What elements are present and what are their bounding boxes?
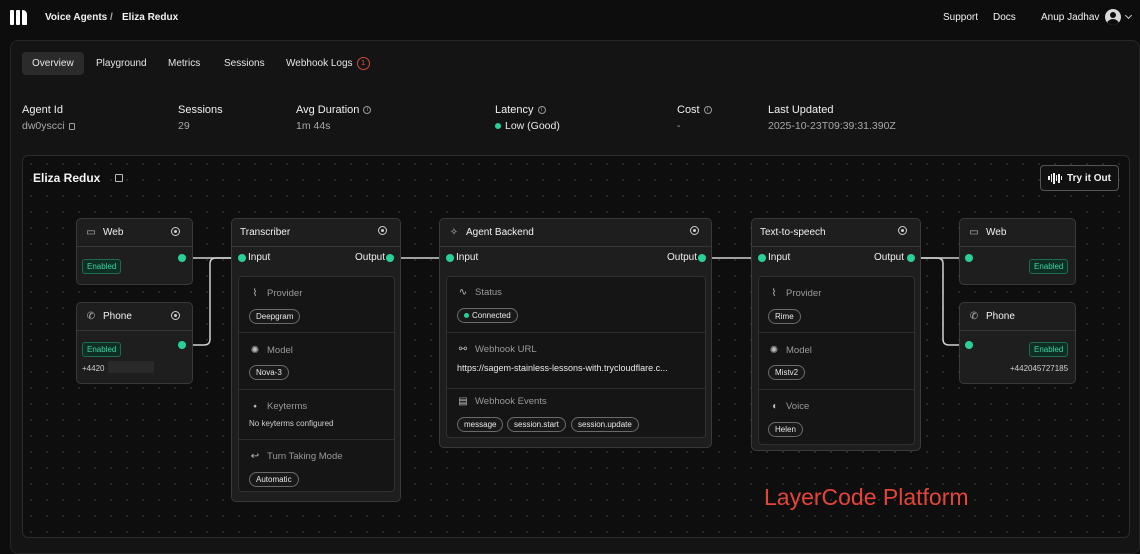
node-header: ▭ Web (960, 219, 1075, 247)
input-port-dot[interactable] (965, 254, 973, 262)
model-pill[interactable]: Nova-3 (249, 362, 289, 380)
provider-icon: ⌇ (771, 288, 777, 299)
turn-taking-pill[interactable]: Automatic (249, 469, 299, 487)
provider-pill[interactable]: Rime (768, 306, 801, 324)
event-pill-message: message (457, 414, 504, 432)
voice-label: ◖ Voice (768, 401, 809, 412)
node-title: Phone (103, 311, 132, 322)
keyterms-label: ⬩ Keyterms (249, 401, 307, 412)
enabled-badge: Enabled (82, 259, 122, 274)
input-label: Input (768, 252, 791, 263)
phone-icon: ✆ (86, 311, 96, 322)
divider (239, 389, 394, 390)
settings-gear-icon[interactable] (378, 226, 387, 235)
status-dot (464, 313, 469, 318)
provider-label: ⌇ Provider (768, 288, 822, 299)
output-port-dot[interactable] (178, 254, 186, 262)
brain-icon: ✺ (250, 345, 260, 356)
output-label: Output (355, 252, 386, 263)
enabled-badge: Enabled (1029, 342, 1069, 357)
node-title: Phone (986, 311, 1015, 322)
event-pill-session-update: session.update (571, 414, 639, 432)
divider (759, 332, 914, 333)
laptop-icon: ▭ (86, 227, 96, 238)
node-header: Transcriber (232, 219, 400, 247)
divider (759, 389, 914, 390)
phone-icon: ✆ (969, 311, 979, 322)
provider-icon: ⌇ (252, 288, 258, 299)
node-title: Agent Backend (466, 227, 534, 238)
turn-arrow-icon: ↩ (250, 451, 260, 462)
event-pill-session-start: session.start (507, 414, 566, 432)
model-pill[interactable]: Mistv2 (768, 362, 806, 380)
webhook-icon: ⚯ (458, 344, 468, 355)
settings-gear-icon[interactable] (171, 311, 180, 320)
node-title: Web (103, 227, 124, 238)
connected-pill: Connected (457, 305, 518, 323)
webhook-url-value[interactable]: https://sagem-stainless-lessons-with.try… (457, 363, 668, 373)
node-header: Text-to-speech (752, 219, 920, 247)
webhook-url-label: ⚯ Webhook URL (458, 344, 537, 355)
output-port-dot[interactable] (178, 341, 186, 349)
pulse-icon: ∿ (458, 287, 468, 298)
input-port-dot[interactable] (758, 254, 766, 262)
enabled-badge: Enabled (1029, 259, 1069, 274)
divider (447, 388, 705, 389)
brand-watermark-text: LayerCode Platform (764, 484, 969, 510)
output-label: Output (667, 252, 698, 263)
node-title: Text-to-speech (760, 227, 826, 238)
redacted-number (108, 361, 154, 373)
input-port-dot[interactable] (238, 254, 246, 262)
divider (239, 332, 394, 333)
events-icon: ▤ (458, 396, 468, 407)
laptop-icon: ▭ (969, 227, 979, 238)
settings-gear-icon[interactable] (690, 226, 699, 235)
output-port-dot[interactable] (907, 254, 915, 262)
divider (239, 439, 394, 440)
node-title: Transcriber (240, 227, 291, 238)
node-header: ✆ Phone (960, 303, 1075, 331)
output-port-dot[interactable] (698, 254, 706, 262)
keyterms-value: No keyterms configured (249, 419, 334, 428)
phone-number: +442045727185 (1010, 364, 1069, 373)
turn-taking-label: ↩ Turn Taking Mode (250, 451, 343, 462)
webhook-events-label: ▤ Webhook Events (458, 396, 547, 407)
model-label: ✺ Model (769, 345, 812, 356)
enabled-badge: Enabled (82, 342, 122, 357)
input-port-dot[interactable] (965, 341, 973, 349)
model-label: ✺ Model (250, 345, 293, 356)
sparkles-icon: ✧ (449, 227, 459, 238)
node-title: Web (986, 227, 1007, 238)
output-label: Output (874, 252, 905, 263)
brain-icon: ✺ (769, 345, 779, 356)
provider-label: ⌇ Provider (249, 288, 303, 299)
settings-gear-icon[interactable] (171, 227, 180, 236)
input-label: Input (456, 252, 479, 263)
divider (447, 332, 705, 333)
settings-gear-icon[interactable] (898, 226, 907, 235)
status-label: ∿ Status (458, 287, 502, 298)
voice-icon: ◖ (770, 401, 778, 412)
phone-number: +4420 (82, 364, 105, 373)
output-port-dot[interactable] (386, 254, 394, 262)
voice-pill[interactable]: Helen (768, 419, 803, 437)
input-port-dot[interactable] (446, 254, 454, 262)
web-output-node[interactable]: ▭ Web (959, 218, 1076, 285)
input-label: Input (248, 252, 271, 263)
tag-icon: ⬩ (253, 401, 257, 412)
node-header: ✧ Agent Backend (440, 219, 711, 247)
provider-pill[interactable]: Deepgram (249, 306, 301, 324)
